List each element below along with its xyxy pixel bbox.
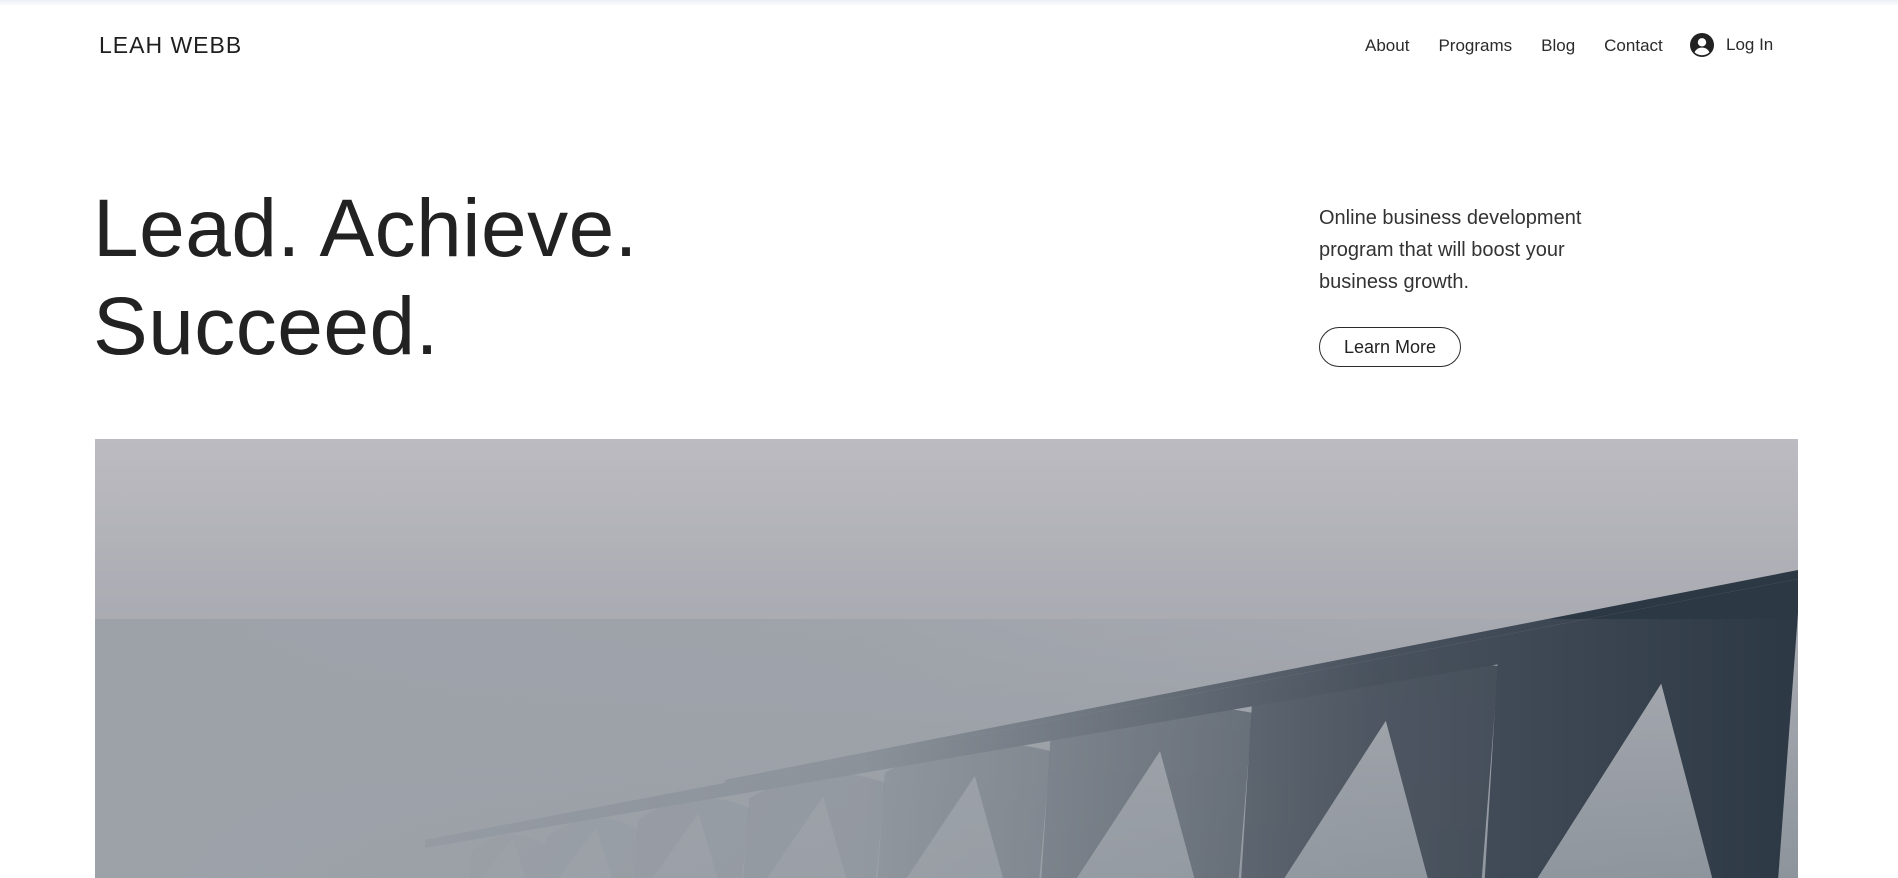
login-label: Log In	[1726, 35, 1774, 54]
user-avatar-icon	[1690, 33, 1714, 57]
hero-title: Lead. Achieve. Succeed.	[93, 180, 638, 376]
site-header: LEAH WEBB About Programs Blog Contact Lo…	[0, 0, 1898, 94]
login-button[interactable]: Log In	[1690, 33, 1773, 57]
nav-item-programs[interactable]: Programs	[1438, 36, 1512, 56]
hero-description: Online business development program that…	[1319, 207, 1582, 293]
learn-more-button[interactable]: Learn More	[1319, 327, 1461, 367]
hero-title-line-1: Lead. Achieve.	[93, 183, 638, 274]
nav-item-blog[interactable]: Blog	[1541, 36, 1575, 56]
hero-title-line-2: Succeed.	[93, 281, 439, 372]
site-logo[interactable]: LEAH WEBB	[99, 32, 242, 59]
main-nav: About Programs Blog Contact	[1365, 36, 1663, 56]
nav-item-contact[interactable]: Contact	[1604, 36, 1663, 56]
page: LEAH WEBB About Programs Blog Contact Lo…	[0, 0, 1898, 878]
hero-image-bridge	[95, 439, 1798, 878]
nav-item-about[interactable]: About	[1365, 36, 1409, 56]
